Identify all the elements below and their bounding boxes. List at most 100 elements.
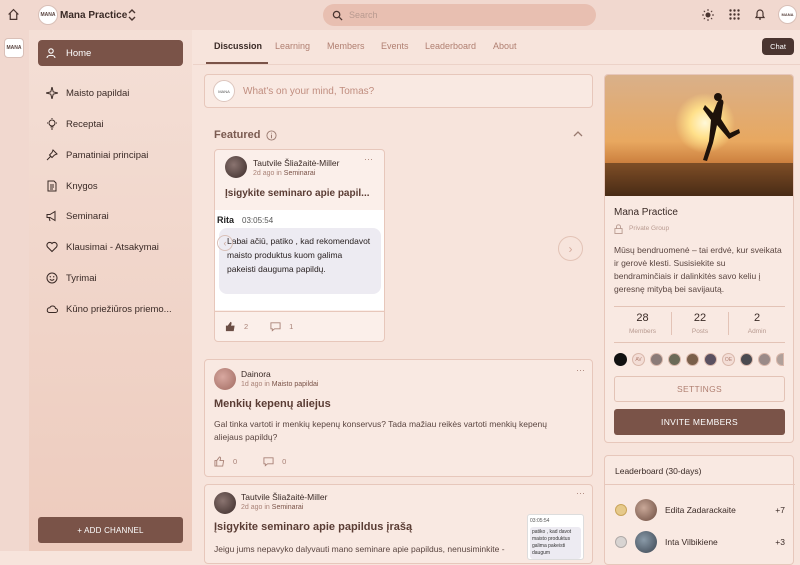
group-info-card: Mana Practice Private Group Mūsų bendruo… xyxy=(604,74,794,443)
sidebar-item-label: Klausimai - Atsakymai xyxy=(66,241,159,253)
sun-icon[interactable] xyxy=(702,9,714,21)
member-avatar[interactable] xyxy=(740,353,753,366)
tab-events[interactable]: Events xyxy=(381,41,409,51)
comment-count: 0 xyxy=(282,457,287,466)
lock-icon xyxy=(614,224,623,234)
post-image-preview: Rita 03:05:54 Labai ačiū, patiko , kad r… xyxy=(215,210,384,310)
home-icon[interactable] xyxy=(7,8,20,21)
sidebar-item-klausimai-atsakymai[interactable]: Klausimai - Atsakymai xyxy=(38,234,183,260)
lightbulb-icon xyxy=(47,118,57,130)
leaderboard-points: +7 xyxy=(775,505,785,515)
post-author[interactable]: Tautvile Šliažaitė-Miller xyxy=(241,492,327,502)
search-input[interactable] xyxy=(349,10,549,20)
post-composer[interactable]: MANA What's on your mind, Tomas? xyxy=(204,74,593,108)
post-reactions: 0 0 xyxy=(214,456,286,467)
post-body: Gal tinka vartoti ir menkių kepenų konse… xyxy=(214,419,547,442)
heart-icon xyxy=(46,241,58,253)
post-channel[interactable]: Seminarai xyxy=(284,170,316,177)
preview-name: Rita xyxy=(217,215,235,225)
search-icon xyxy=(332,10,343,21)
more-icon[interactable]: ··· xyxy=(576,365,585,375)
stat-admin[interactable]: 2 Admin xyxy=(728,312,785,335)
thumbs-up-icon[interactable] xyxy=(214,456,225,467)
gold-medal-icon xyxy=(615,504,627,516)
tab-leaderboard[interactable]: Leaderboard xyxy=(425,41,476,51)
member-avatar[interactable] xyxy=(776,353,784,366)
add-channel-button[interactable]: + ADD CHANNEL xyxy=(38,517,183,543)
sidebar-item-tyrimai[interactable]: Tyrimai xyxy=(38,265,183,291)
group-description: Mūsų bendruomenė – tai erdvė, kur sveika… xyxy=(614,245,782,294)
composer-avatar: MANA xyxy=(213,80,235,102)
carousel-next-button[interactable]: › xyxy=(558,236,583,261)
group-rail: MANA xyxy=(0,30,29,551)
comment-icon[interactable] xyxy=(270,321,281,332)
preview-time: 03:05:54 xyxy=(242,216,274,225)
member-avatar[interactable] xyxy=(758,353,771,366)
grid-icon[interactable] xyxy=(729,9,740,20)
stat-members[interactable]: 28 Members xyxy=(614,312,671,335)
thumbs-up-icon[interactable] xyxy=(225,321,236,332)
comment-icon[interactable] xyxy=(263,456,274,467)
tab-learning[interactable]: Learning xyxy=(275,41,310,51)
info-icon[interactable] xyxy=(266,129,278,141)
post-title[interactable]: Menkių kepenų aliejus xyxy=(214,398,331,410)
sidebar-item-pamatiniai-principai[interactable]: Pamatiniai principai xyxy=(38,142,183,168)
chat-button[interactable]: Chat xyxy=(762,38,794,55)
leaderboard-row[interactable]: Inta Vilbikiene +3 xyxy=(615,531,785,553)
tabs-divider xyxy=(193,64,800,65)
sidebar-item-label: Knygos xyxy=(66,180,98,192)
member-avatar xyxy=(635,531,657,553)
bell-icon[interactable] xyxy=(754,8,766,21)
sidebar-item-receptai[interactable]: Receptai xyxy=(38,111,183,137)
smiley-icon xyxy=(46,272,58,284)
people-icon xyxy=(46,48,56,59)
sidebar-item-knygos[interactable]: Knygos xyxy=(38,173,183,199)
settings-button[interactable]: SETTINGS xyxy=(614,376,785,402)
post-card[interactable]: Dainora 1d ago in Maisto papildai ··· Me… xyxy=(204,359,593,477)
member-avatar[interactable] xyxy=(686,353,699,366)
invite-members-button[interactable]: INVITE MEMBERS xyxy=(614,409,785,435)
rail-group-logo[interactable]: MANA xyxy=(4,38,24,58)
post-author[interactable]: Dainora xyxy=(241,369,271,379)
member-avatar[interactable] xyxy=(614,353,627,366)
stat-posts[interactable]: 22 Posts xyxy=(671,312,728,335)
post-author[interactable]: Tautvile Šliažaitė-Miller xyxy=(253,158,339,168)
chevron-updown-icon[interactable] xyxy=(127,8,137,22)
tab-about[interactable]: About xyxy=(493,41,517,51)
sidebar-item-maisto-papildai[interactable]: Maisto papildai xyxy=(38,80,183,106)
tab-members[interactable]: Members xyxy=(327,41,365,51)
composer-placeholder: What's on your mind, Tomas? xyxy=(243,85,375,97)
active-tab-indicator xyxy=(206,62,268,64)
search-bar[interactable] xyxy=(323,4,596,26)
collapse-chevron-icon[interactable] xyxy=(573,130,583,137)
member-avatar[interactable] xyxy=(668,353,681,366)
leaderboard-title: Leaderboard (30-days) xyxy=(615,466,702,476)
post-title[interactable]: Įsigykite seminaro apie papil... xyxy=(225,188,370,199)
member-avatar[interactable] xyxy=(704,353,717,366)
more-icon[interactable]: ··· xyxy=(576,488,585,498)
post-channel[interactable]: Maisto papildai xyxy=(272,381,319,388)
post-thumbnail[interactable]: 03:05:54 patiko , kad davot maisto produ… xyxy=(527,514,584,560)
featured-post-card[interactable]: Tautvile Šliažaitė-Miller 2d ago in Semi… xyxy=(214,149,385,342)
post-channel[interactable]: Seminarai xyxy=(272,504,304,511)
more-icon[interactable]: ··· xyxy=(364,154,373,164)
sidebar-item-seminarai[interactable]: Seminarai xyxy=(38,203,183,229)
post-card[interactable]: Tautvile Šliažaitė-Miller 2d ago in Semi… xyxy=(204,484,593,564)
tab-discussion[interactable]: Discussion xyxy=(214,41,262,51)
member-avatar[interactable]: OE xyxy=(722,353,735,366)
group-name[interactable]: Mana Practice xyxy=(60,10,127,21)
post-title[interactable]: Įsigykite seminaro apie papildus įrašą xyxy=(214,521,412,533)
member-avatar[interactable]: AV xyxy=(632,353,645,366)
prev-arrow-icon[interactable]: ‹ xyxy=(217,235,233,251)
pin-icon xyxy=(46,149,58,161)
member-avatar xyxy=(635,499,657,521)
thumbnail-text: patiko , kad davot maisto produktus gali… xyxy=(530,527,581,559)
leaderboard-row[interactable]: Edita Zadarackaite +7 xyxy=(615,499,785,521)
user-avatar[interactable]: MANA xyxy=(778,5,797,24)
card-divider xyxy=(215,311,384,312)
group-logo[interactable]: MANA xyxy=(38,5,58,25)
member-avatar[interactable] xyxy=(650,353,663,366)
sidebar-item-kuno-prieziuros[interactable]: Kūno priežiūros priemo... xyxy=(38,296,183,322)
sidebar-item-label: Pamatiniai principai xyxy=(66,149,149,161)
sidebar-item-home[interactable]: Home xyxy=(38,40,183,66)
